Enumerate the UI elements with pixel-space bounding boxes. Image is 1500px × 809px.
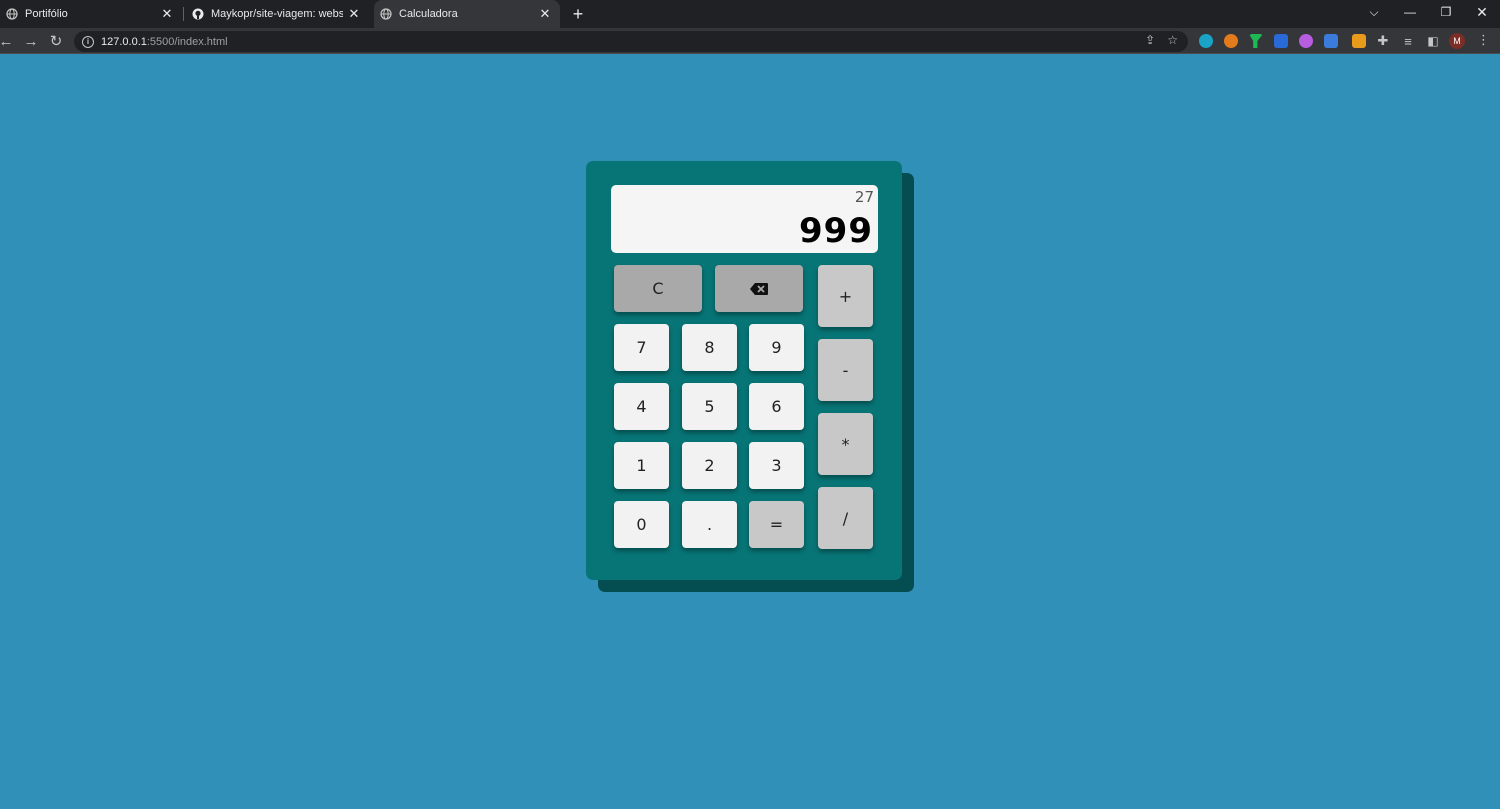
equals-button[interactable]: =	[749, 501, 804, 548]
tab-github[interactable]: Maykopr/site-viagem: website si ✕	[186, 0, 369, 28]
calculator-display: 27 999	[611, 185, 878, 253]
restore-icon[interactable]: ❐	[1428, 0, 1464, 24]
key-0[interactable]: 0	[614, 501, 669, 548]
globe-icon	[380, 8, 392, 20]
calculator: 27 999 C + 7 8 9 - 4 5 6 * 1 2 3 / 0 . =	[586, 161, 902, 580]
backspace-icon	[750, 282, 768, 295]
extension-icon[interactable]	[1274, 34, 1288, 48]
reading-list-icon[interactable]: ≡	[1398, 31, 1418, 51]
github-icon	[192, 8, 204, 20]
url-path: :5500/index.html	[146, 35, 228, 48]
toolbar: ← → ↻ i 127.0.0.1:5500/index.html ⇪ ☆ ✚ …	[0, 28, 1500, 54]
multiply-button[interactable]: *	[818, 413, 873, 475]
backspace-button[interactable]	[715, 265, 803, 312]
tab-strip: Portifólio ✕ Maykopr/site-viagem: websit…	[0, 0, 1500, 28]
globe-icon	[6, 8, 18, 20]
plus-button[interactable]: +	[818, 265, 873, 327]
forward-icon[interactable]: →	[21, 31, 41, 51]
previous-operand: 27	[854, 188, 874, 206]
key-1[interactable]: 1	[614, 442, 669, 489]
profile-avatar[interactable]: M	[1449, 33, 1465, 49]
tab-title: Portifólio	[25, 8, 68, 20]
address-bar[interactable]: i 127.0.0.1:5500/index.html ⇪ ☆	[74, 31, 1188, 52]
clear-button[interactable]: C	[614, 265, 702, 312]
decimal-button[interactable]: .	[682, 501, 737, 548]
minus-button[interactable]: -	[818, 339, 873, 401]
close-tab-icon[interactable]: ✕	[347, 6, 361, 21]
tab-portfolio[interactable]: Portifólio ✕	[0, 0, 182, 28]
tab-divider	[183, 7, 184, 21]
tab-calculadora[interactable]: Calculadora ✕	[374, 0, 560, 28]
extension-icon[interactable]	[1199, 34, 1213, 48]
key-7[interactable]: 7	[614, 324, 669, 371]
key-3[interactable]: 3	[749, 442, 804, 489]
reload-icon[interactable]: ↻	[46, 31, 66, 51]
key-9[interactable]: 9	[749, 324, 804, 371]
extensions-puzzle-icon[interactable]: ✚	[1373, 31, 1393, 51]
extension-icon[interactable]	[1299, 34, 1313, 48]
key-2[interactable]: 2	[682, 442, 737, 489]
extension-icon[interactable]	[1224, 34, 1238, 48]
url-host: 127.0.0.1	[101, 35, 147, 48]
side-panel-icon[interactable]: ◧	[1423, 31, 1443, 51]
menu-icon[interactable]: ⋮	[1477, 32, 1490, 48]
share-icon[interactable]: ⇪	[1145, 33, 1155, 47]
minimize-icon[interactable]: —	[1392, 0, 1428, 24]
close-window-icon[interactable]: ✕	[1464, 0, 1500, 24]
bookmark-star-icon[interactable]: ☆	[1167, 33, 1178, 47]
close-tab-icon[interactable]: ✕	[160, 6, 174, 21]
key-5[interactable]: 5	[682, 383, 737, 430]
key-6[interactable]: 6	[749, 383, 804, 430]
current-operand: 999	[799, 211, 873, 251]
tab-title: Calculadora	[399, 8, 458, 20]
tab-search-icon[interactable]: ⌵	[1356, 0, 1392, 24]
back-icon[interactable]: ←	[0, 31, 16, 51]
new-tab-icon[interactable]: +	[568, 4, 588, 24]
key-8[interactable]: 8	[682, 324, 737, 371]
extension-icon[interactable]	[1352, 34, 1366, 48]
key-4[interactable]: 4	[614, 383, 669, 430]
tab-title: Maykopr/site-viagem: website si	[211, 8, 343, 20]
site-info-icon[interactable]: i	[82, 35, 94, 48]
divide-button[interactable]: /	[818, 487, 873, 549]
close-tab-icon[interactable]: ✕	[538, 6, 552, 21]
translate-icon[interactable]	[1324, 34, 1338, 48]
extension-icon[interactable]	[1249, 34, 1263, 48]
